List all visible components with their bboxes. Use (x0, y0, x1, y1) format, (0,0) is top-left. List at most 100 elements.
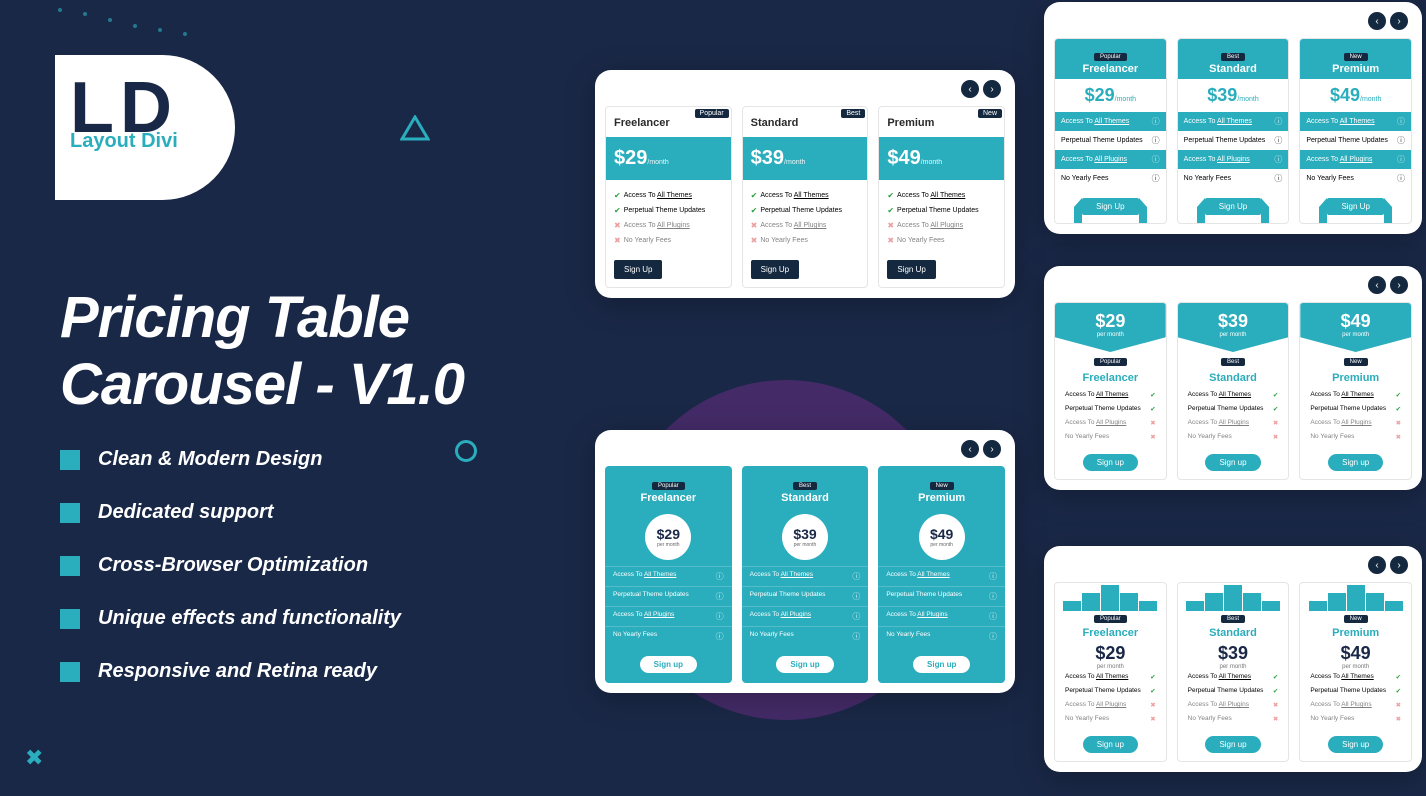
pricing-card: Best Standard $39/month ✔Access To All T… (742, 106, 869, 288)
plan-feature-row: Access To All Themes✔ (1055, 388, 1166, 402)
carousel-prev-button[interactable]: ‹ (1368, 556, 1386, 574)
carousel-next-button[interactable]: › (1390, 276, 1408, 294)
plan-feature-row: ✖Access To All Plugins (887, 218, 996, 233)
plan-badge: New (930, 482, 954, 490)
cross-icon: ✖ (751, 236, 758, 245)
signup-button[interactable]: Sign Up (614, 260, 662, 279)
info-icon: ⓘ (989, 571, 997, 582)
info-icon: ⓘ (852, 571, 860, 582)
plan-feature-row: ✖Access To All Plugins (614, 218, 723, 233)
plan-price: $29 (1085, 85, 1115, 105)
info-icon: ⓘ (852, 591, 860, 602)
plan-badge: New (978, 109, 1002, 118)
plan-feature-row: ✖Access To All Plugins (751, 218, 860, 233)
pricing-card: $29per month Popular Freelancer Access T… (1054, 302, 1167, 480)
info-icon: ⓘ (1152, 116, 1160, 127)
plan-feature-row: Access To All Themesⓘ (1300, 112, 1411, 131)
signup-button[interactable]: Sign up (1205, 454, 1260, 471)
brand-name: Layout Divi (70, 130, 178, 153)
plan-feature-row: Access To All Pluginsⓘ (1300, 150, 1411, 169)
signup-button[interactable]: Sign up (776, 656, 833, 673)
page-title: Pricing Table Carousel - V1.0 (60, 285, 464, 418)
plan-name: Premium (1300, 366, 1411, 388)
carousel-next-button[interactable]: › (1390, 12, 1408, 30)
signup-button[interactable]: Sign up (1083, 454, 1138, 471)
plan-feature-row: Access To All Themesⓘ (1178, 112, 1289, 131)
plan-feature-row: Access To All Themes✔ (1300, 670, 1411, 684)
pricing-card: Best Standard $39 per month Access To Al… (1177, 582, 1290, 762)
info-icon: ⓘ (989, 631, 997, 642)
signup-button[interactable]: Sign up (1083, 736, 1138, 753)
check-icon: ✔ (751, 191, 758, 200)
price-circle: $49per month (919, 514, 965, 560)
plan-feature-row: Perpetual Theme Updates✔ (1055, 402, 1166, 416)
plan-badge: Popular (695, 109, 729, 118)
plan-feature-row: Access To All Themes✔ (1300, 388, 1411, 402)
signup-button[interactable]: Sign up (1328, 454, 1383, 471)
cross-icon: ✖ (751, 221, 758, 230)
plan-feature-row: Perpetual Theme Updates✔ (1055, 684, 1166, 698)
plan-badge: New (1344, 53, 1368, 61)
carousel-next-button[interactable]: › (983, 440, 1001, 458)
plan-feature-row: Access To All Pluginsⓘ (878, 606, 1005, 626)
signup-button[interactable]: Sign Up (887, 260, 935, 279)
info-icon: ⓘ (1152, 173, 1160, 184)
info-icon: ⓘ (1274, 116, 1282, 127)
check-icon: ✔ (1396, 673, 1401, 681)
carousel-prev-button[interactable]: ‹ (1368, 276, 1386, 294)
plan-feature-row: Access To All Plugins✖ (1300, 416, 1411, 430)
plan-name: Freelancer (1055, 366, 1166, 388)
signup-button[interactable]: Sign Up (1205, 198, 1261, 215)
plan-feature-row: No Yearly Fees✖ (1055, 430, 1166, 444)
feature-item: Unique effects and functionality (60, 607, 401, 630)
decor-triangle (400, 115, 430, 145)
cross-icon: ✖ (1396, 419, 1401, 427)
plan-feature-row: No Yearly Feesⓘ (1300, 169, 1411, 188)
plan-feature-row: ✔Perpetual Theme Updates (751, 203, 860, 218)
carousel-next-button[interactable]: › (983, 80, 1001, 98)
signup-button[interactable]: Sign up (1328, 736, 1383, 753)
cross-icon: ✖ (1150, 419, 1155, 427)
plan-feature-row: Access To All Themesⓘ (878, 566, 1005, 586)
signup-button[interactable]: Sign Up (1327, 198, 1383, 215)
brand-logo: L D Layout Divi (55, 55, 235, 200)
preview-panel-variant-d: ‹ › $29per month Popular Freelancer Acce… (1044, 266, 1422, 490)
plan-feature-row: Access To All Pluginsⓘ (742, 606, 869, 626)
bullet-icon (60, 450, 80, 470)
plan-feature-row: No Yearly Fees✖ (1300, 712, 1411, 726)
signup-button[interactable]: Sign up (913, 656, 970, 673)
preview-panel-variant-e: ‹ › Popular Freelancer $29 per month Acc… (1044, 546, 1422, 772)
info-icon: ⓘ (716, 611, 724, 622)
pricing-card: New Premium $49/month ✔Access To All The… (878, 106, 1005, 288)
decor-ring (455, 440, 477, 462)
carousel-prev-button[interactable]: ‹ (961, 440, 979, 458)
signup-button[interactable]: Sign Up (1082, 198, 1138, 215)
plan-feature-row: ✔Perpetual Theme Updates (887, 203, 996, 218)
carousel-prev-button[interactable]: ‹ (961, 80, 979, 98)
carousel-next-button[interactable]: › (1390, 556, 1408, 574)
signup-button[interactable]: Sign Up (751, 260, 799, 279)
price-band: $39/month (743, 137, 868, 180)
plan-feature-row: No Yearly Feesⓘ (878, 626, 1005, 646)
plan-feature-row: Perpetual Theme Updates✔ (1300, 402, 1411, 416)
check-icon: ✔ (1396, 405, 1401, 413)
info-icon: ⓘ (989, 611, 997, 622)
plan-name: Freelancer (1055, 623, 1166, 643)
price-band: $29/month (606, 137, 731, 180)
plan-feature-row: No Yearly Fees✖ (1300, 430, 1411, 444)
signup-button[interactable]: Sign up (640, 656, 697, 673)
plan-name: Premium (878, 492, 1005, 504)
cross-icon: ✖ (1150, 433, 1155, 441)
check-icon: ✔ (887, 191, 894, 200)
check-icon: ✔ (1150, 391, 1155, 399)
signup-button[interactable]: Sign up (1205, 736, 1260, 753)
plan-feature-row: Access To All Themesⓘ (1055, 112, 1166, 131)
info-icon: ⓘ (852, 631, 860, 642)
plan-badge: Best (1221, 358, 1245, 366)
carousel-prev-button[interactable]: ‹ (1368, 12, 1386, 30)
feature-item: Responsive and Retina ready (60, 660, 401, 683)
info-icon: ⓘ (1152, 135, 1160, 146)
plan-feature-row: No Yearly Feesⓘ (605, 626, 732, 646)
cross-icon: ✖ (1396, 433, 1401, 441)
price-header: $29per month (1055, 303, 1166, 352)
